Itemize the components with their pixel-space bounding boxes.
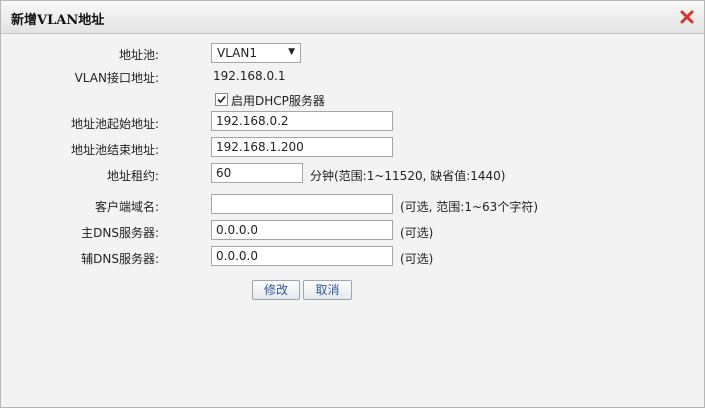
lease-input[interactable] <box>211 163 303 183</box>
dialog-titlebar: 新增VLAN地址 <box>1 1 704 34</box>
dialog-title: 新增VLAN地址 <box>11 13 105 28</box>
primary-dns-hint: (可选) <box>400 226 434 240</box>
dhcp-option: 启用DHCP服务器 <box>215 92 325 109</box>
lease-hint: 分钟(范围:1~11520, 缺省值:1440) <box>310 169 506 183</box>
start-address-label: 地址池起始地址: <box>70 117 159 131</box>
dhcp-label: 启用DHCP服务器 <box>231 94 325 108</box>
dhcp-checkbox[interactable] <box>215 93 228 106</box>
start-address-input[interactable] <box>211 111 393 131</box>
domain-label: 客户端域名: <box>94 200 159 214</box>
domain-hint: (可选, 范围:1~63个字符) <box>400 200 538 214</box>
pool-selected-value: VLAN1 <box>217 46 257 60</box>
close-icon[interactable] <box>680 10 694 24</box>
primary-dns-input[interactable] <box>211 220 393 240</box>
lease-label: 地址租约: <box>106 169 159 183</box>
modify-button[interactable]: 修改 <box>252 280 300 300</box>
end-address-input[interactable] <box>211 137 393 157</box>
secondary-dns-label: 辅DNS服务器: <box>81 252 159 266</box>
cancel-button[interactable]: 取消 <box>303 280 352 300</box>
pool-label: 地址池: <box>118 48 159 62</box>
secondary-dns-hint: (可选) <box>400 252 434 266</box>
vlan-ip-value: 192.168.0.1 <box>213 69 286 83</box>
dropdown-arrow-icon: ▼ <box>288 47 295 57</box>
secondary-dns-input[interactable] <box>211 246 393 266</box>
add-vlan-address-dialog: 新增VLAN地址 地址池: VLAN1 ▼ VLAN接口地址: 192.168.… <box>0 0 705 408</box>
end-address-label: 地址池结束地址: <box>70 143 159 157</box>
pool-select[interactable]: VLAN1 ▼ <box>211 43 301 63</box>
domain-input[interactable] <box>211 194 393 214</box>
vlan-ip-label: VLAN接口地址: <box>74 71 159 85</box>
checkmark-icon <box>217 95 226 104</box>
primary-dns-label: 主DNS服务器: <box>81 226 159 240</box>
